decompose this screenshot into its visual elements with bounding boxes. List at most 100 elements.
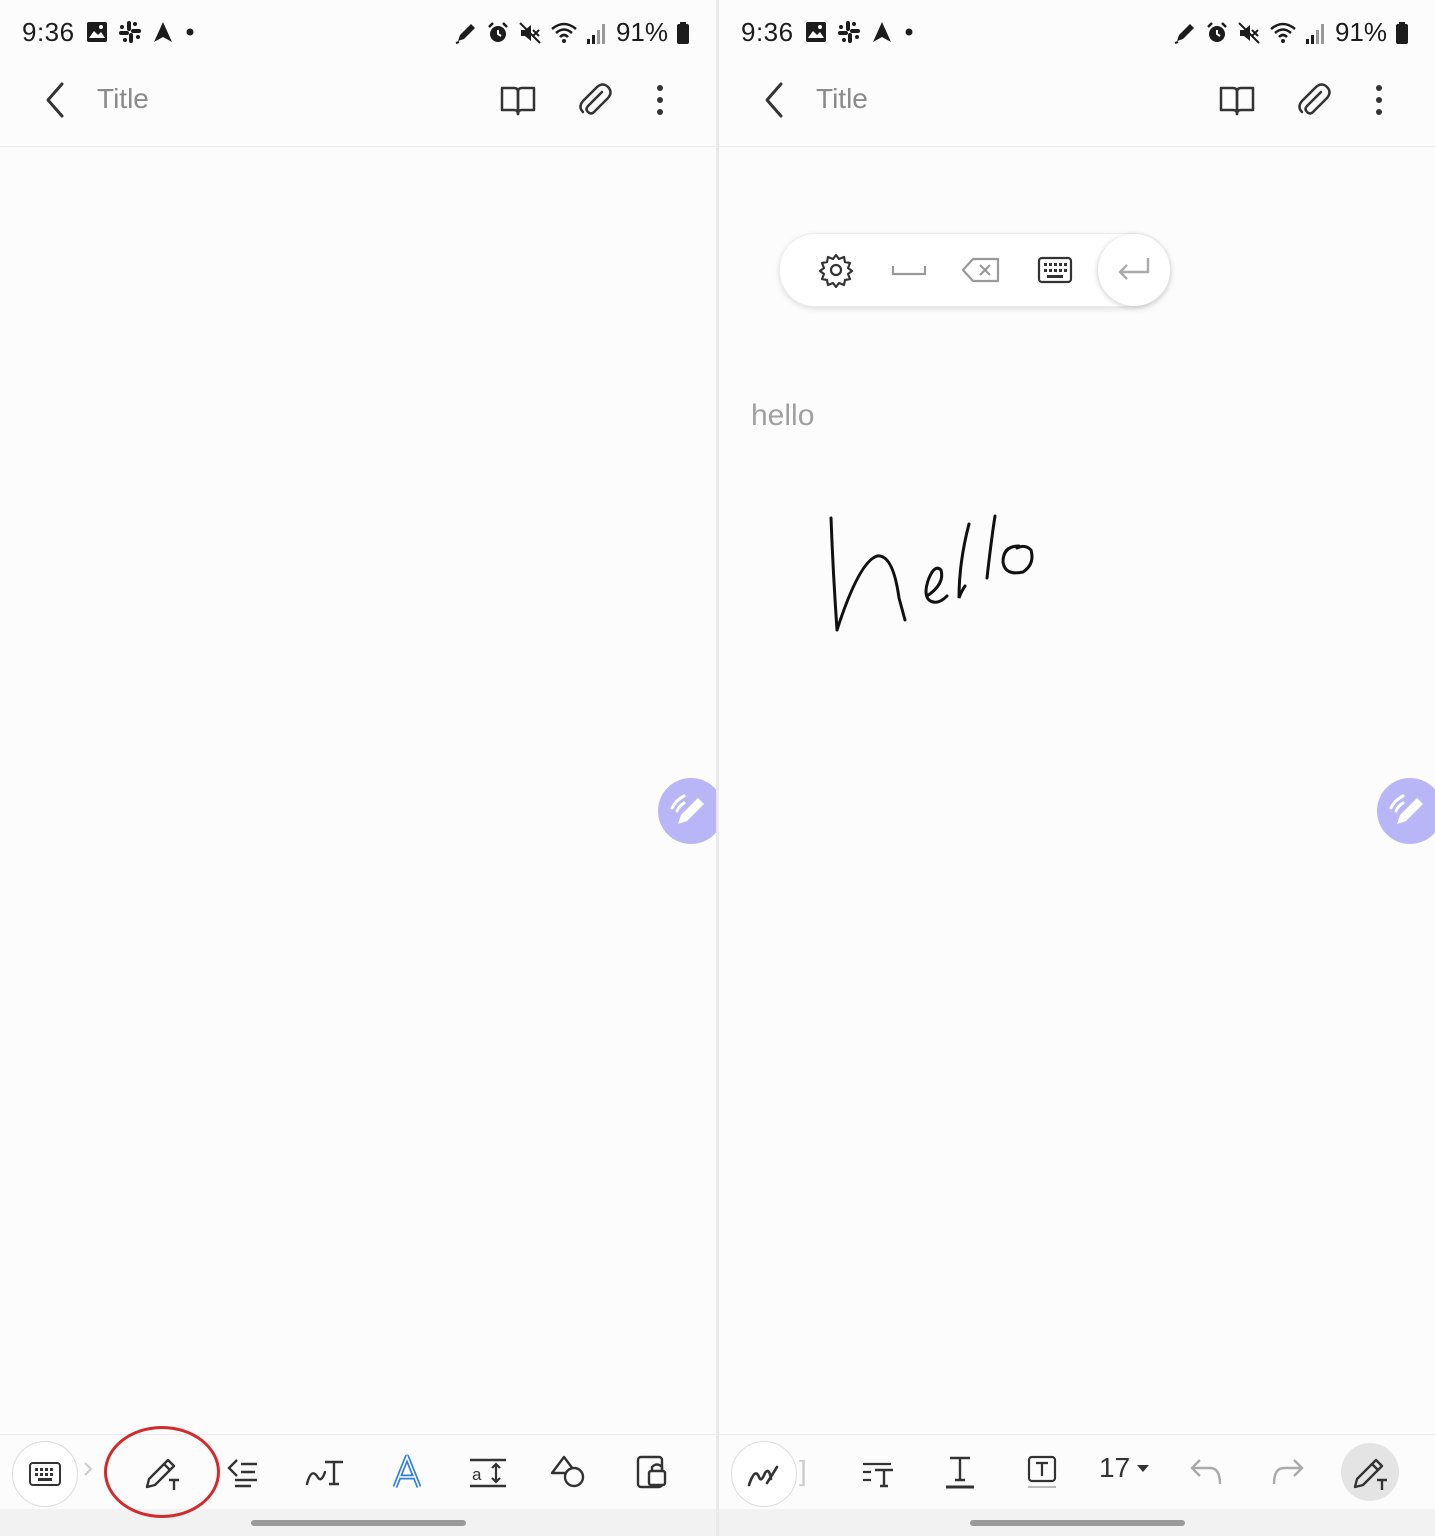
gallery-icon — [806, 22, 826, 42]
attach-icon[interactable] — [572, 78, 616, 122]
wifi-icon — [551, 22, 577, 43]
caret-down-icon — [1137, 1465, 1150, 1472]
note-title[interactable]: Title — [97, 83, 149, 115]
redo-button[interactable] — [1261, 1445, 1315, 1499]
backspace-icon — [961, 257, 1000, 283]
enter-icon — [1118, 258, 1150, 280]
pen-icon — [455, 23, 475, 44]
mute-icon — [1238, 21, 1260, 44]
keyboard-button[interactable] — [1031, 246, 1079, 294]
status-right-icons: 91% — [1173, 17, 1409, 48]
battery-percent: 91% — [1334, 17, 1387, 47]
nav-bar — [719, 1509, 1435, 1536]
alarm-icon — [1207, 21, 1227, 42]
home-indicator[interactable] — [970, 1520, 1185, 1526]
more-icon[interactable] — [638, 78, 682, 122]
keyboard-icon — [1037, 256, 1073, 284]
wifi-icon — [1270, 22, 1296, 43]
note-title[interactable]: Title — [816, 83, 868, 115]
alarm-icon — [488, 21, 508, 42]
text-style-icon — [392, 1454, 422, 1488]
pen-fab[interactable] — [1377, 778, 1435, 844]
font-size-value: 17 — [1099, 1452, 1131, 1483]
nav-bar — [0, 1509, 716, 1536]
dot-icon — [905, 28, 913, 36]
font-size-select[interactable]: 17 — [1099, 1452, 1150, 1484]
note-canvas[interactable] — [0, 147, 716, 1435]
dot-icon — [186, 28, 194, 36]
status-bar: 9:36 91% — [719, 0, 1435, 64]
status-left-icons — [86, 20, 196, 44]
recognized-text[interactable]: hello — [751, 399, 814, 433]
pen-fab[interactable] — [658, 778, 716, 844]
app-bar: Title — [719, 64, 1435, 147]
handwriting-icon — [305, 1460, 343, 1486]
status-time: 9:36 — [741, 17, 794, 47]
navigation-icon — [154, 22, 172, 42]
handwriting-toolbar — [779, 233, 1171, 307]
text-box-button[interactable] — [1015, 1445, 1069, 1499]
undo-icon — [1190, 1459, 1222, 1485]
settings-button[interactable] — [812, 246, 860, 294]
status-time: 9:36 — [22, 17, 75, 47]
lock-button[interactable] — [625, 1445, 679, 1499]
attach-icon[interactable] — [1291, 78, 1335, 122]
note-canvas[interactable]: hello — [719, 147, 1435, 1435]
space-button[interactable] — [885, 246, 933, 294]
left-screen: 9:36 91% Title a — [0, 0, 716, 1536]
bottom-toolbar: ] 17 — [719, 1434, 1435, 1509]
pen-mode-button[interactable] — [731, 1441, 797, 1507]
gallery-icon — [87, 22, 107, 42]
signal-icon — [1305, 23, 1324, 44]
shapes-button[interactable] — [542, 1445, 596, 1499]
handwriting-button[interactable] — [298, 1445, 352, 1499]
pen-icon — [1389, 794, 1423, 824]
text-style-button[interactable] — [380, 1445, 434, 1499]
pen-icon — [747, 1465, 779, 1487]
text-align-button[interactable] — [850, 1445, 904, 1499]
text-size-button[interactable]: a — [461, 1445, 515, 1499]
status-right-icons: 91% — [454, 17, 690, 48]
more-icon[interactable] — [1357, 78, 1401, 122]
battery-percent: 91% — [615, 17, 668, 47]
mute-icon — [519, 21, 541, 44]
handwriting-strokes — [829, 514, 1034, 632]
book-icon[interactable] — [496, 78, 540, 122]
enter-button[interactable] — [1098, 234, 1170, 306]
text-align-icon — [863, 1462, 893, 1488]
status-bar: 9:36 91% — [0, 0, 716, 64]
battery-icon — [677, 21, 689, 44]
pen-icon — [670, 794, 704, 824]
text-box-icon — [1027, 1455, 1057, 1488]
lock-icon — [636, 1455, 667, 1489]
slack-icon — [838, 21, 860, 43]
shapes-icon — [550, 1455, 585, 1488]
keyboard-icon — [29, 1462, 61, 1486]
keyboard-button[interactable] — [12, 1441, 78, 1507]
back-icon[interactable] — [38, 80, 72, 120]
redo-icon — [1272, 1459, 1304, 1485]
battery-icon — [1396, 21, 1408, 44]
right-screen: 9:36 91% Title hello] 17 — [719, 0, 1435, 1536]
backspace-button[interactable] — [957, 246, 1005, 294]
navigation-icon — [873, 22, 891, 42]
pen-to-text-button[interactable] — [1341, 1443, 1399, 1501]
text-underline-icon — [946, 1456, 974, 1489]
text-size-icon: a — [470, 1458, 506, 1488]
book-icon[interactable] — [1215, 78, 1259, 122]
undo-button[interactable] — [1179, 1445, 1233, 1499]
back-icon[interactable] — [757, 80, 791, 120]
app-bar: Title — [0, 64, 716, 147]
text-underline-button[interactable] — [933, 1445, 987, 1499]
settings-icon — [818, 253, 854, 288]
highlight-annotation — [104, 1426, 220, 1518]
pen-icon — [1174, 23, 1194, 44]
chevron-right-icon — [84, 1462, 93, 1476]
align-button[interactable] — [216, 1445, 270, 1499]
svg-text:a: a — [472, 1465, 482, 1484]
space-icon — [891, 266, 927, 276]
signal-icon — [586, 23, 605, 44]
home-indicator[interactable] — [251, 1520, 466, 1526]
bracket-glyph: ] — [799, 1455, 807, 1486]
slack-icon — [119, 21, 141, 43]
